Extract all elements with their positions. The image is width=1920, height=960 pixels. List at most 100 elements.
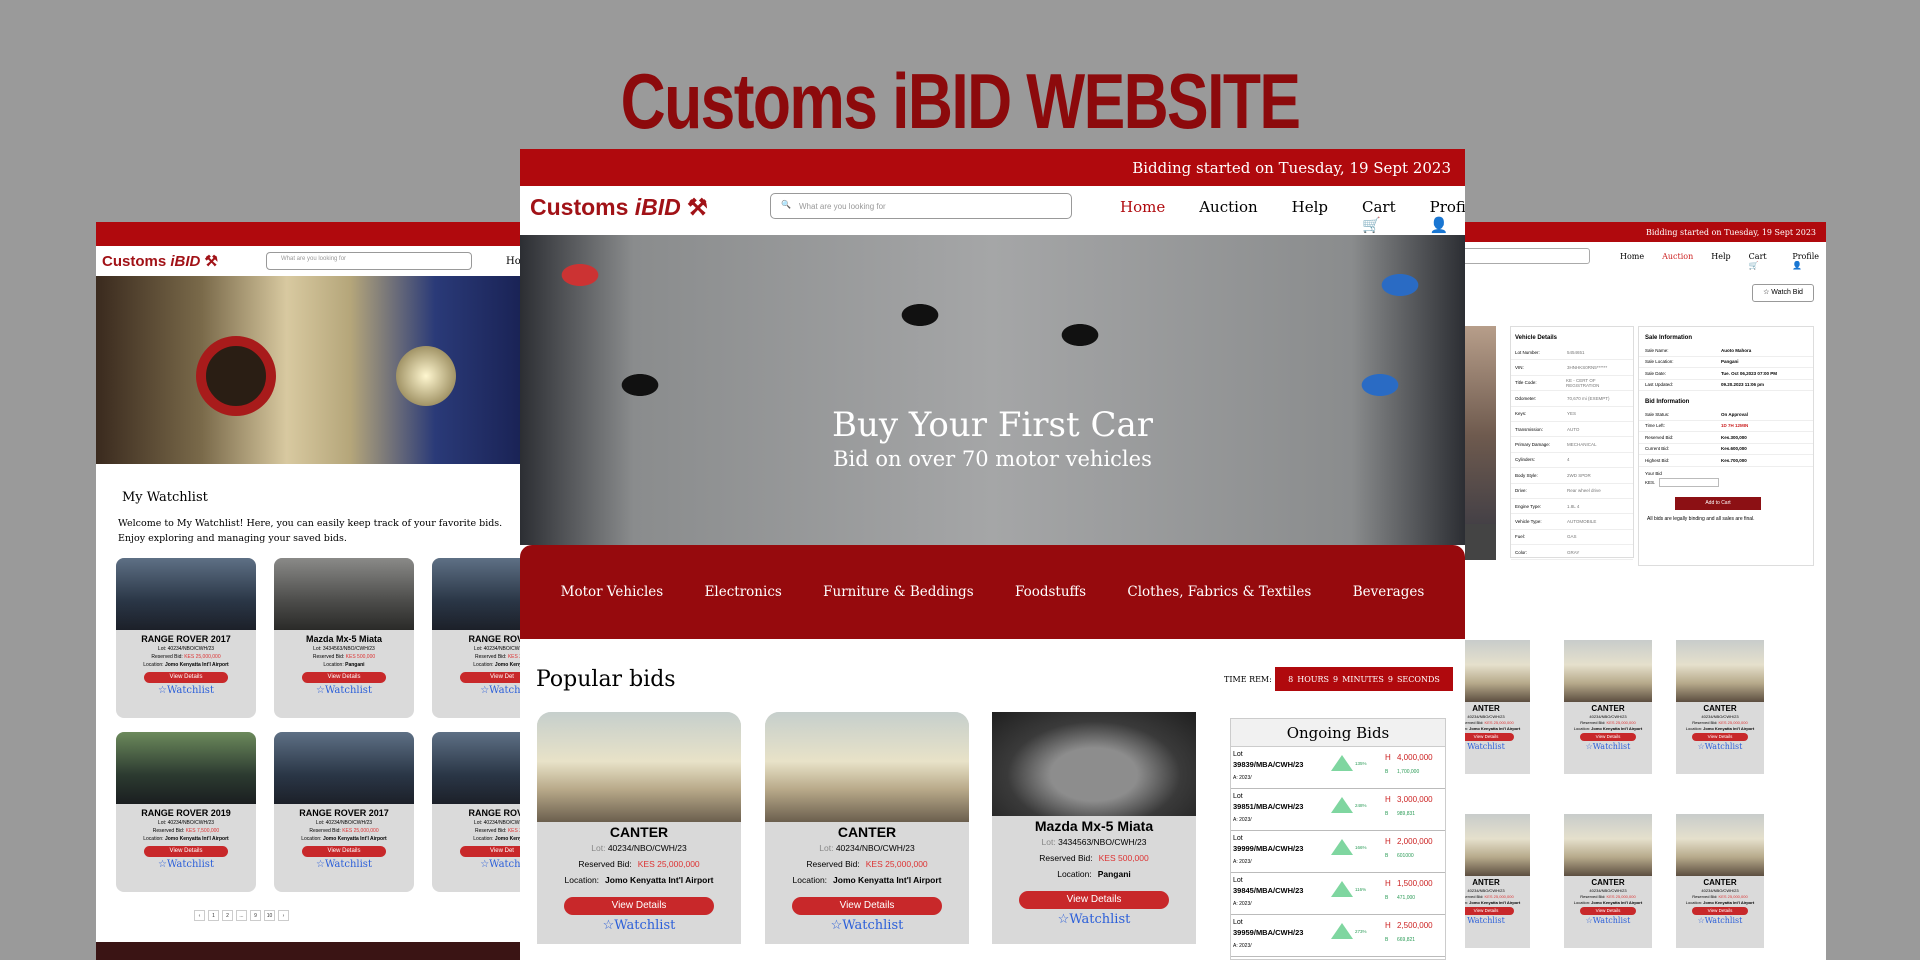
watchlist-link[interactable]: Watchlist [1462,916,1530,925]
nav-help-link[interactable]: Help [1711,252,1730,270]
lot-id: 39851/MBA/CWH/23 [1233,802,1304,811]
nav-cart-link[interactable]: Cart🛒 [1362,198,1396,234]
reserved-label: Reserved Bid: [309,828,341,834]
watchlist-link[interactable]: ☆Watchlist [765,918,969,933]
watchlist-link[interactable]: ☆Watchlist [274,685,414,696]
sale-info-value: Tue. Oct 06,2023 07:00 PM [1721,370,1777,376]
search-input[interactable]: What are you looking for [266,252,472,270]
view-details-button[interactable]: View Details [1692,907,1748,915]
watchlist-link[interactable]: ☆Watchlist [116,859,256,870]
nav-home-link[interactable]: Ho [506,256,520,267]
category-link[interactable]: Beverages [1353,584,1425,600]
vehicle-photo[interactable] [432,732,520,804]
vehicle-thumbnail[interactable] [1462,524,1496,560]
view-details-button[interactable]: View Details [144,672,228,683]
detail-key: Title Code: [1515,380,1537,386]
vehicle-photo[interactable] [992,712,1196,816]
category-link[interactable]: Clothes, Fabrics & Textiles [1127,584,1311,600]
category-link[interactable]: Furniture & Beddings [823,584,973,600]
page-button[interactable]: ... [236,910,247,921]
page-button[interactable]: 10 [264,910,275,921]
ongoing-bid-row[interactable]: Lot 39959/MBA/CWH/23 A: 2023/273% H 2,500,00… [1231,915,1445,957]
category-link[interactable]: Foodstuffs [1015,584,1086,600]
nav-cart-link[interactable]: Cart🛒 [1749,252,1775,270]
search-input[interactable]: 🔍 What are you looking for [770,193,1072,219]
location: Location: Jomo Kenyatta Int'l Airport [765,875,969,885]
watchlist-link[interactable]: ☆Watchl [432,859,520,870]
view-details-button[interactable]: View Details [1462,733,1514,741]
vehicle-photo[interactable] [116,732,256,804]
view-details-button[interactable]: View Details [564,897,714,915]
lot-number: 40234/NBO/CWH/23 [1701,888,1739,893]
page-button[interactable]: › [278,910,289,921]
view-details-button[interactable]: View Details [1019,891,1169,909]
vehicle-photo[interactable] [1676,640,1764,702]
watch-bid-button[interactable]: ☆ Watch Bid [1752,284,1814,302]
watchlist-link[interactable]: ☆Watchlist [1564,742,1652,751]
add-to-cart-button[interactable]: Add to Cart [1675,496,1761,510]
brand-logo[interactable]: Customs iBID ⚒ [530,194,708,221]
timer-seconds: 9 [1387,674,1393,684]
vehicle-photo[interactable] [1462,640,1530,702]
view-details-button[interactable]: View Details [1580,907,1636,915]
vehicle-photo[interactable] [432,558,520,630]
vehicle-photo[interactable] [537,712,741,822]
vehicle-photo[interactable] [274,732,414,804]
category-link[interactable]: Electronics [705,584,782,600]
nav-auction-link[interactable]: Auction [1662,252,1693,270]
location-value: Jomo Kenyatta Int'l Airport [1703,900,1755,905]
sale-info-key: Sale Date: [1645,370,1667,376]
watchlist-link[interactable]: ☆Watchl [432,685,520,696]
search-input[interactable] [1462,248,1590,264]
view-details-button[interactable]: View Details [1692,733,1748,741]
vehicle-photo[interactable] [1462,814,1530,876]
bid-info-key: Current Bid: [1645,446,1670,452]
view-details-button[interactable]: View Details [1462,907,1514,915]
vehicle-photo[interactable] [1564,640,1652,702]
watchlist-card: RANGE ROVER Lot: 40234/NBO/CWH/23 Reserved… [432,732,520,892]
vehicle-photo[interactable] [1564,814,1652,876]
nav-help-link[interactable]: Help [1292,198,1328,234]
base-value: 601000 [1397,853,1414,859]
watchlist-link[interactable]: ☆Watchlist [1564,916,1652,925]
view-details-button[interactable]: View Details [302,672,386,683]
ongoing-bid-row[interactable]: Lot 39999/MBA/CWH/23 A: 2023/166% H 2,000,00… [1231,831,1445,873]
page-button[interactable]: 2 [222,910,233,921]
base-value: 1,700,000 [1397,769,1420,775]
ongoing-bid-row[interactable]: Lot 39845/MBA/CWH/23 A: 2023/116% H 1,500,00… [1231,873,1445,915]
watchlist-link[interactable]: ☆Watchlist [992,912,1196,927]
ongoing-bid-row[interactable]: Lot 39851/MBA/CWH/23 A: 2023/248% H 3,000,00… [1231,789,1445,831]
watchlist-intro: Welcome to My Watchlist! Here, you can e… [118,518,503,544]
nav-auction-link[interactable]: Auction [1199,198,1257,234]
watchlist-link[interactable]: ☆Watchlist [1676,916,1764,925]
watchlist-link[interactable]: ☆Watchlist [1676,742,1764,751]
view-details-button[interactable]: View Details [792,897,942,915]
watchlist-link[interactable]: ☆Watchlist [116,685,256,696]
bid-amount-input[interactable] [1659,477,1720,487]
view-details-button[interactable]: View Details [1580,733,1636,741]
vehicle-title: Mazda Mx-5 Miata [1034,818,1154,834]
category-link[interactable]: Motor Vehicles [561,584,664,600]
ongoing-bid-row[interactable]: Lot 39839/MBA/CWH/23 A: 2023/135% H 4,000,00… [1231,747,1445,789]
page-button[interactable]: 9 [250,910,261,921]
page-button[interactable]: 1 [208,910,219,921]
watchlist-link[interactable]: ☆Watchlist [537,918,741,933]
watchlist-link[interactable]: ☆Watchlist [274,859,414,870]
hero-subtitle: Bid on over 70 motor vehicles [833,447,1152,471]
vehicle-photo[interactable] [274,558,414,630]
nav-home-link[interactable]: Home [1120,198,1165,234]
view-details-button[interactable]: View Details [144,846,228,857]
nav-profile-link[interactable]: Profile👤 [1792,252,1826,270]
brand-logo[interactable]: Customs iBID ⚒ [102,252,218,270]
vehicle-photo[interactable] [116,558,256,630]
page-button[interactable]: ‹ [194,910,205,921]
watchlist-link[interactable]: Watchlist [1462,742,1530,751]
vehicle-photo[interactable] [765,712,969,822]
location-label: Location: [564,875,600,885]
nav-home-link[interactable]: Home [1620,252,1644,270]
view-details-button[interactable]: View Det [460,672,520,683]
view-details-button[interactable]: View Det [460,846,520,857]
view-details-button[interactable]: View Details [302,846,386,857]
nav-profile-link[interactable]: Profile👤 [1430,198,1465,234]
vehicle-photo[interactable] [1676,814,1764,876]
